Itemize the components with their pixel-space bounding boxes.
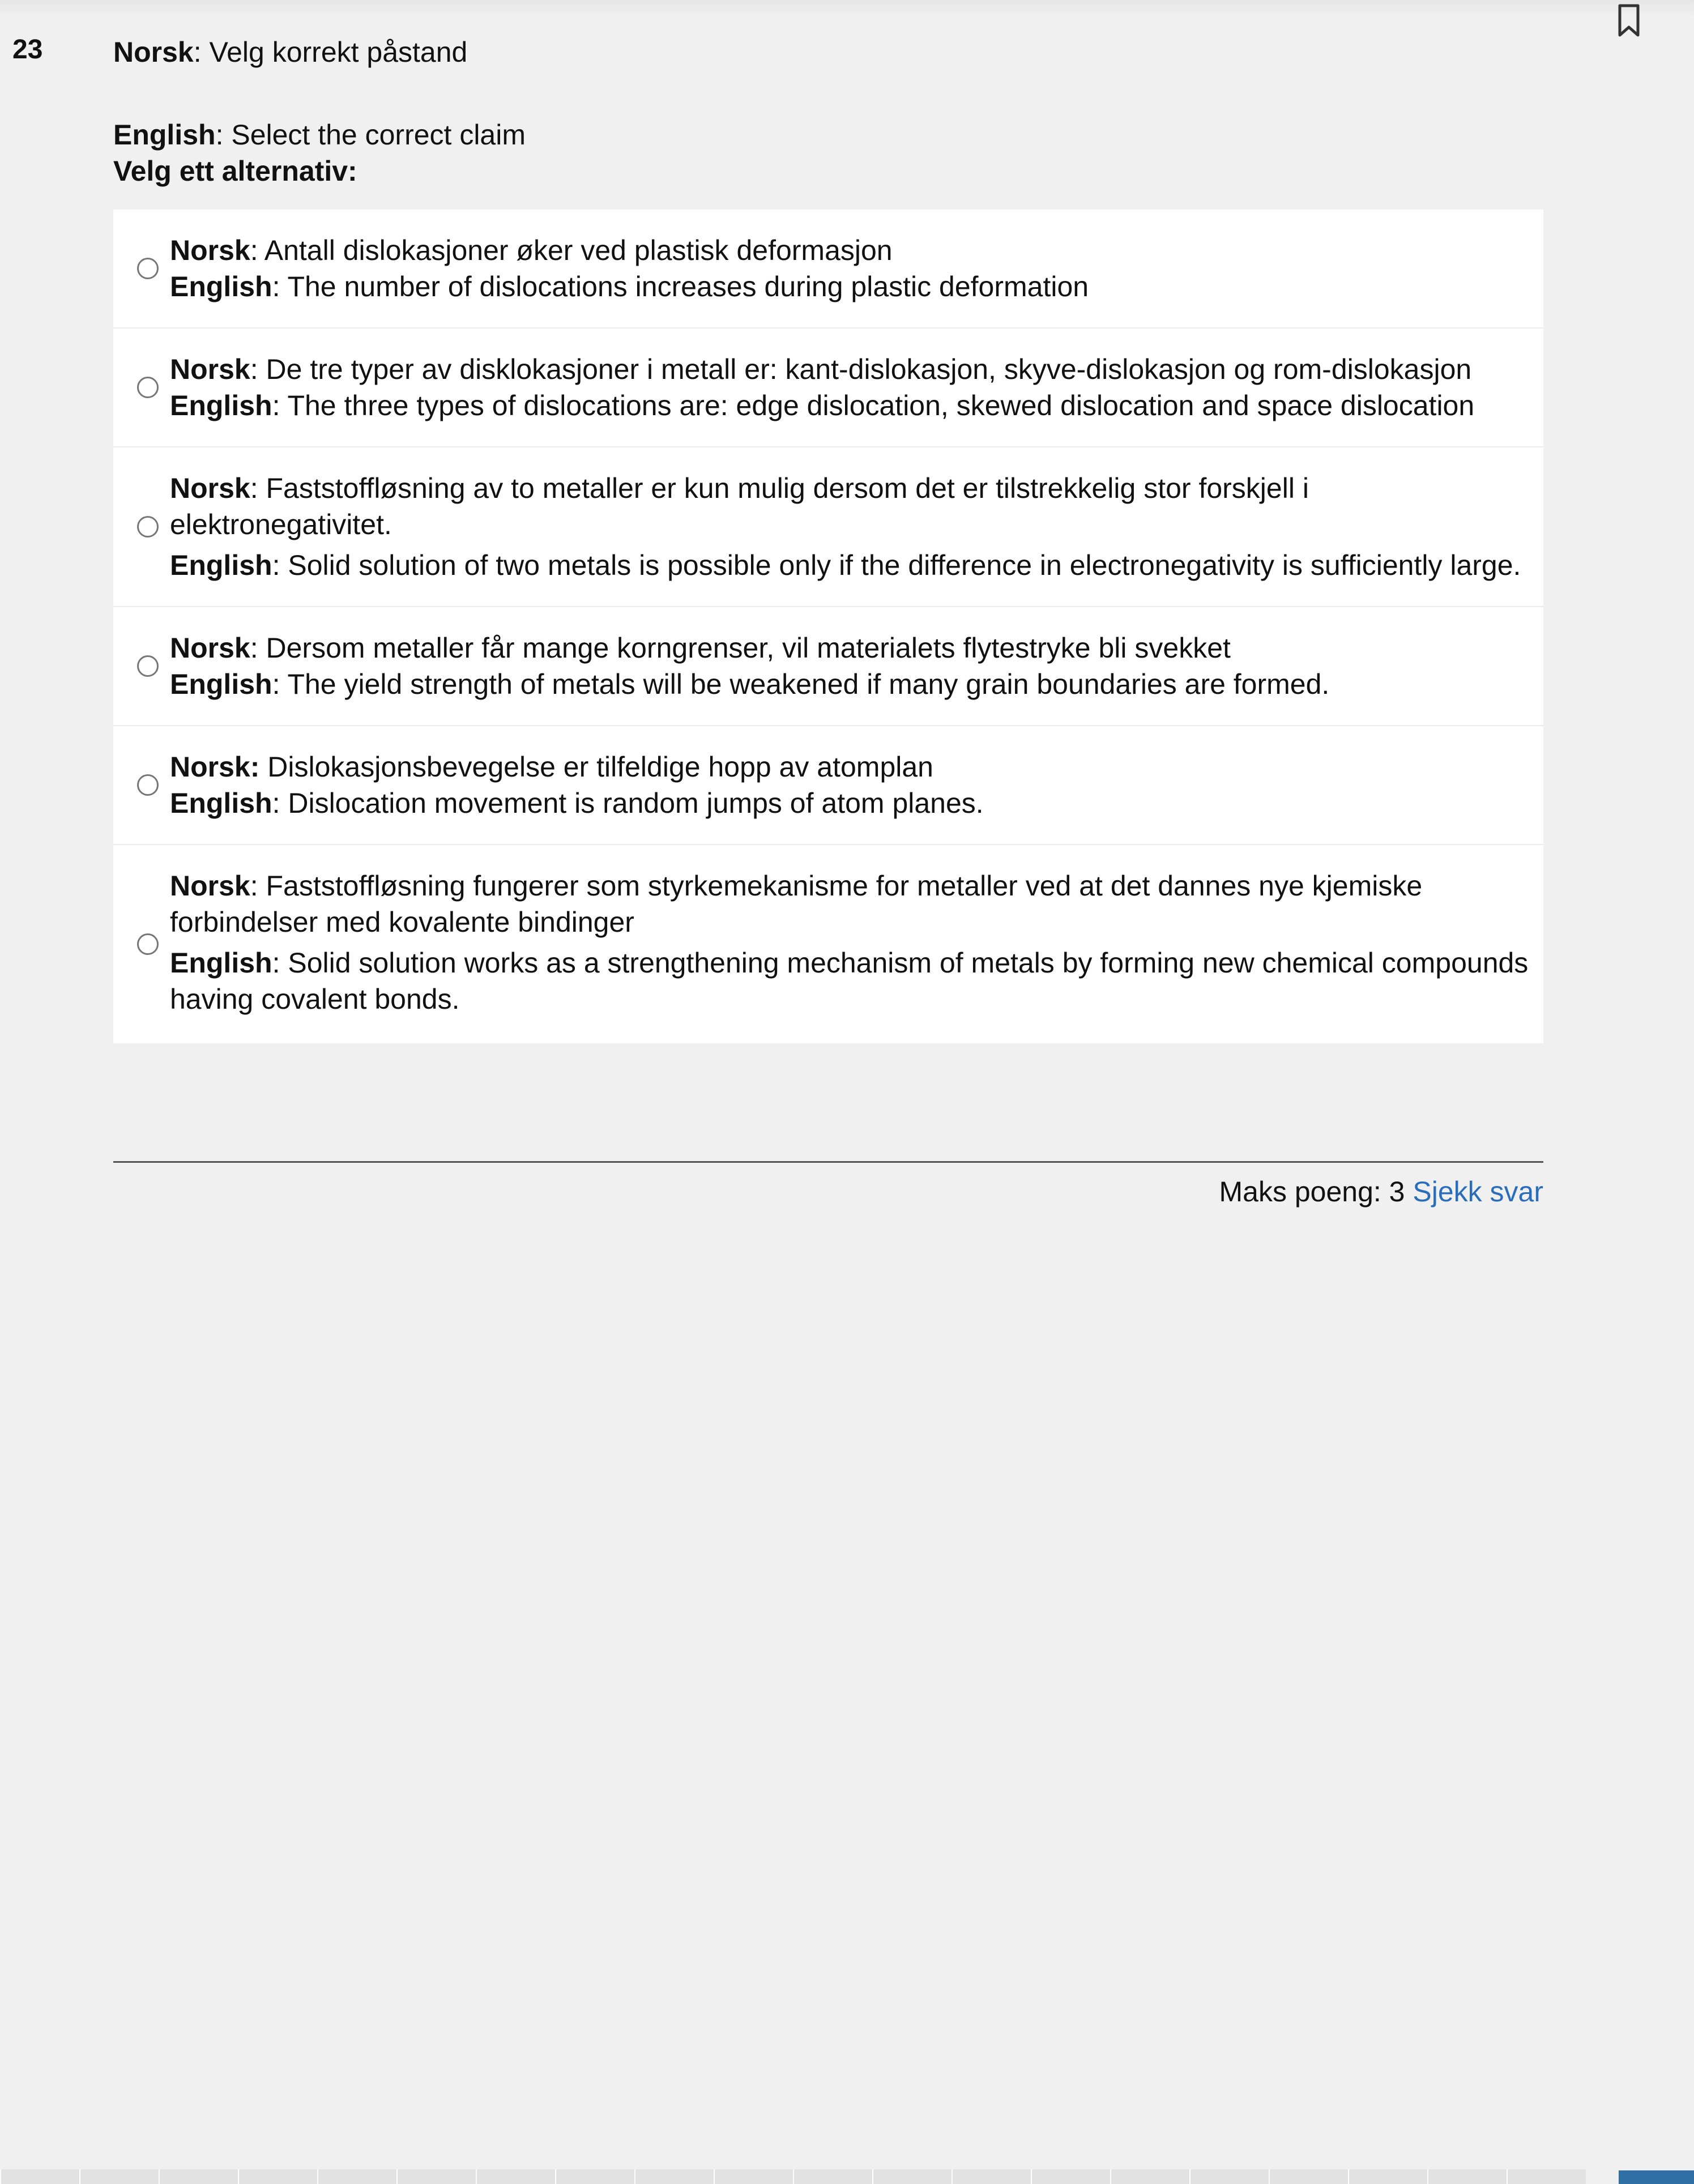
norsk-label: Norsk [170,472,250,504]
norsk-label: Norsk: [170,751,260,783]
option-norsk: Norsk: Dislokasjonsbevegelse er tilfeldi… [170,749,1532,785]
nav-cell-active[interactable] [1619,2170,1694,2184]
nav-cell[interactable] [1427,2169,1507,2184]
norsk-label: Norsk [170,632,250,664]
option-norsk: Norsk: Faststoffløsning av to metaller e… [170,470,1532,543]
bookmark-icon[interactable] [1613,2,1645,39]
question-navigation-bar [0,2169,1694,2184]
english-text: : Solid solution of two metals is possib… [272,549,1521,581]
option-norsk: Norsk: De tre typer av disklokasjoner i … [170,351,1532,387]
option-norsk: Norsk: Dersom metaller får mange korngre… [170,630,1532,666]
nav-cell[interactable] [0,2169,79,2184]
question-header: Norsk: Velg korrekt påstand English: Sel… [113,34,1543,189]
option-english: English: The yield strength of metals wi… [170,666,1532,702]
answer-options: Norsk: Antall dislokasjoner øker ved pla… [113,210,1543,1043]
radio-button[interactable] [137,258,159,279]
option-english: English: Solid solution works as a stren… [170,945,1532,1017]
nav-cell[interactable] [634,2169,714,2184]
check-answer-link[interactable]: Sjekk svar [1413,1176,1543,1208]
option-norsk: Norsk: Faststoffløsning fungerer som sty… [170,868,1532,940]
option-english: English: The three types of dislocations… [170,387,1532,424]
question-english: English: Select the correct claim [113,117,1543,153]
english-label: English [170,947,272,979]
radio-button[interactable] [137,655,159,677]
radio-button[interactable] [137,377,159,398]
nav-cell[interactable] [317,2169,396,2184]
english-text: : The yield strength of metals will be w… [272,668,1330,700]
nav-cell[interactable] [951,2169,1031,2184]
nav-cell[interactable] [159,2169,238,2184]
norsk-text: : Faststoffløsning fungerer som styrkeme… [170,870,1423,938]
english-text: : Solid solution works as a strengthenin… [170,947,1529,1015]
nav-cell[interactable] [1189,2169,1269,2184]
radio-button[interactable] [137,774,159,796]
norsk-text: Dislokasjonsbevegelse er tilfeldige hopp… [259,751,933,783]
instruction-text: Velg ett alternativ: [113,155,357,187]
max-points: Maks poeng: 3 [1219,1176,1405,1208]
norsk-text: : Antall dislokasjoner øker ved plastisk… [250,234,893,266]
option-2[interactable]: Norsk: De tre typer av disklokasjoner i … [113,329,1543,447]
footer-divider [113,1161,1543,1163]
english-text: : Select the correct claim [215,119,526,151]
nav-cell[interactable] [396,2169,476,2184]
instruction: Velg ett alternativ: [113,153,1543,189]
nav-cell[interactable] [1110,2169,1189,2184]
norsk-text: : Dersom metaller får mange korngrenser,… [250,632,1231,664]
norsk-label: Norsk [113,36,194,68]
option-english: English: Dislocation movement is random … [170,785,1532,821]
option-english: English: Solid solution of two metals is… [170,547,1532,583]
nav-cell[interactable] [872,2169,951,2184]
option-3[interactable]: Norsk: Faststoffløsning av to metaller e… [113,447,1543,607]
english-label: English [170,271,272,302]
norsk-label: Norsk [170,870,250,902]
nav-cell[interactable] [793,2169,872,2184]
nav-cell[interactable] [1269,2169,1348,2184]
english-label: English [170,668,272,700]
norsk-label: Norsk [170,353,250,385]
option-4[interactable]: Norsk: Dersom metaller får mange korngre… [113,607,1543,726]
english-label: English [170,549,272,581]
english-label: English [113,119,216,151]
top-shade [0,0,1694,17]
option-5[interactable]: Norsk: Dislokasjonsbevegelse er tilfeldi… [113,726,1543,845]
nav-cell[interactable] [238,2169,317,2184]
norsk-label: Norsk [170,234,250,266]
nav-cell[interactable] [1507,2169,1586,2184]
english-text: : Dislocation movement is random jumps o… [272,787,984,819]
option-norsk: Norsk: Antall dislokasjoner øker ved pla… [170,232,1532,268]
english-text: : The three types of dislocations are: e… [272,390,1475,421]
nav-cell[interactable] [79,2169,159,2184]
option-english: English: The number of dislocations incr… [170,268,1532,305]
option-1[interactable]: Norsk: Antall dislokasjoner øker ved pla… [113,210,1543,329]
norsk-text: : Velg korrekt påstand [193,36,468,68]
option-6[interactable]: Norsk: Faststoffløsning fungerer som sty… [113,845,1543,1043]
english-label: English [170,787,272,819]
question-norsk: Norsk: Velg korrekt påstand [113,34,1543,70]
radio-button[interactable] [137,933,159,955]
norsk-text: : De tre typer av disklokasjoner i metal… [250,353,1472,385]
english-label: English [170,390,272,421]
page: 23 Norsk: Velg korrekt påstand English: … [0,0,1694,2184]
question-number: 23 [12,35,43,65]
nav-cell[interactable] [1031,2169,1110,2184]
nav-cell[interactable] [714,2169,793,2184]
english-text: : The number of dislocations increases d… [272,271,1089,302]
radio-button[interactable] [137,516,159,538]
nav-cell[interactable] [555,2169,634,2184]
norsk-text: : Faststoffløsning av to metaller er kun… [170,472,1309,540]
nav-cell[interactable] [1348,2169,1427,2184]
question-footer: Maks poeng: 3 Sjekk svar [113,1175,1543,1209]
header-spacer [113,70,1543,117]
nav-cell[interactable] [476,2169,555,2184]
